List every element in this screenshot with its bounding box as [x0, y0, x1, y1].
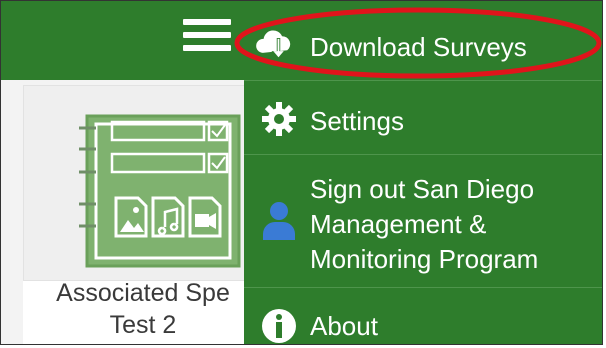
- menu-item-about[interactable]: About: [244, 288, 602, 344]
- user-icon: [258, 200, 300, 242]
- survey-title-line-2: Test 2: [109, 311, 177, 339]
- menu-item-sign-out[interactable]: Sign out San Diego Management & Monitori…: [244, 155, 602, 286]
- menu-item-label: About: [310, 311, 378, 341]
- menu-item-label: Download Surveys: [310, 32, 527, 62]
- gear-icon: [258, 101, 300, 137]
- survey-title-line-1: Associated Spe: [56, 279, 230, 307]
- survey-form-icon: [79, 114, 241, 268]
- menu-item-label: Settings: [310, 106, 404, 136]
- side-menu: Download Surveys Settings Sign out San D…: [244, 1, 602, 344]
- survey-thumbnail: [23, 85, 263, 281]
- cloud-download-icon: [254, 28, 296, 62]
- hamburger-menu-icon[interactable]: [183, 19, 231, 57]
- menu-item-label-line-1: Sign out San Diego: [310, 174, 535, 204]
- menu-item-download-surveys[interactable]: Download Surveys: [244, 1, 602, 80]
- info-icon: [258, 308, 300, 344]
- app-window: Associated Spe Test 2 Download Surveys S…: [0, 0, 603, 345]
- menu-item-label-line-2: Management &: [310, 209, 487, 239]
- menu-item-label-line-3: Monitoring Program: [310, 244, 539, 274]
- survey-card[interactable]: Associated Spe Test 2: [23, 85, 263, 344]
- survey-title: Associated Spe Test 2: [23, 277, 263, 344]
- menu-item-settings[interactable]: Settings: [244, 81, 602, 154]
